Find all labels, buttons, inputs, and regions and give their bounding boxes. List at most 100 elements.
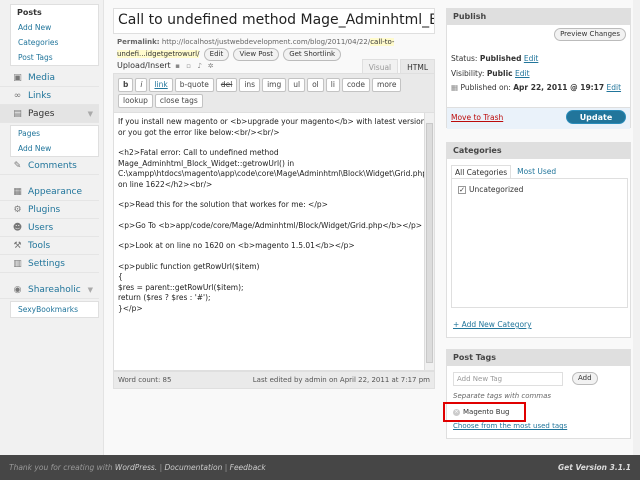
close-tags-button[interactable]: close tags [154, 94, 203, 108]
more-button[interactable]: more [372, 78, 402, 92]
img-button[interactable]: img [262, 78, 287, 92]
lookup-button[interactable]: lookup [118, 94, 153, 108]
shareaholic-icon: ◉ [13, 284, 22, 295]
sidebar-item-label: Links [28, 90, 52, 101]
pages-icon: ▤ [13, 108, 22, 119]
last-edited: Last edited by admin on April 22, 2011 a… [252, 376, 430, 384]
sidebar-item-settings[interactable]: ▥ Settings [0, 255, 99, 273]
wordpress-link[interactable]: WordPress. [115, 463, 157, 472]
sidebar-item-add-new-post[interactable]: Add New [11, 20, 98, 35]
sidebar-item-label: Comments [28, 160, 77, 171]
status-value: Published [479, 54, 522, 63]
sidebar-item-label: Tools [28, 240, 51, 251]
visibility-label: Visibility: [451, 69, 485, 78]
post-tags-box: Post Tags Add New Tag Add Separate tags … [446, 349, 631, 439]
edit-permalink-button[interactable]: Edit [203, 48, 230, 61]
view-post-button[interactable]: View Post [233, 48, 279, 61]
publish-box: Publish Preview Changes Status: Publishe… [446, 8, 631, 129]
content-paragraph: <p>Go To <b>app/code/core/Mage/Adminhtml… [118, 220, 423, 230]
post-tags-box-title[interactable]: Post Tags [447, 350, 630, 366]
sidebar-item-add-new-page[interactable]: Add New [11, 141, 98, 156]
admin-footer: Thank you for creating with WordPress. |… [0, 455, 640, 480]
sidebar-item-comments[interactable]: ✎ Comments [0, 157, 99, 175]
editor-statusbar: Word count: 85 Last edited by admin on A… [113, 371, 435, 389]
sidebar-item-label: Pages [28, 108, 55, 119]
calendar-icon: ▦ [451, 83, 459, 92]
bold-button[interactable]: b [118, 78, 134, 92]
feedback-link[interactable]: Feedback [230, 463, 266, 472]
sidebar-item-label: Media [28, 72, 56, 83]
sidebar-item-post-tags[interactable]: Post Tags [11, 50, 98, 65]
ol-button[interactable]: ol [307, 78, 324, 92]
sidebar-item-label: Shareaholic [28, 284, 81, 295]
sidebar-item-shareaholic[interactable]: ◉ Shareaholic ▼ [0, 281, 99, 299]
sidebar-item-label: Users [28, 222, 54, 233]
category-checkbox[interactable]: ✓ [458, 185, 466, 194]
permalink-row: Permalink: http://localhost/justwebdevel… [117, 37, 435, 61]
link-button[interactable]: link [149, 78, 173, 92]
get-shortlink-button[interactable]: Get Shortlink [283, 48, 342, 61]
update-button[interactable]: Update [566, 110, 626, 124]
quicktags-toolbar: b i link b-quote del ins img ul ol li code more loo… [113, 73, 435, 113]
chevron-down-icon[interactable]: ▼ [88, 286, 93, 294]
sidebar-item-users[interactable]: ☻ Users [0, 219, 99, 237]
comments-icon: ✎ [13, 160, 22, 171]
sidebar-item-media[interactable]: ▣ Media [0, 69, 99, 87]
sidebar-item-plugins[interactable]: ⚙ Plugins [0, 201, 99, 219]
post-title-input[interactable]: Call to undefined method Mage_Adminhtml_… [113, 8, 435, 34]
new-tag-input[interactable]: Add New Tag [453, 372, 563, 386]
sidebar-item-sexybookmarks[interactable]: SexyBookmarks [11, 302, 98, 317]
permalink-label: Permalink: [117, 38, 160, 46]
publish-box-title[interactable]: Publish [447, 9, 630, 25]
most-used-tags-link[interactable]: Choose from the most used tags [453, 422, 567, 430]
ul-button[interactable]: ul [288, 78, 306, 92]
shareaholic-submenu: SexyBookmarks [10, 301, 99, 318]
sidebar-item-categories[interactable]: Categories [11, 35, 98, 50]
sidebar-item-tools[interactable]: ⚒ Tools [0, 237, 99, 255]
visibility-row: Visibility: Public Edit [451, 69, 530, 78]
sidebar-item-all-pages[interactable]: Pages [11, 126, 98, 141]
del-button[interactable]: del [215, 78, 238, 92]
get-version-link[interactable]: Get Version 3.1.1 [558, 463, 631, 472]
add-tag-button[interactable]: Add [572, 372, 598, 385]
tag-hint: Separate tags with commas [453, 392, 552, 400]
italic-button[interactable]: i [135, 78, 148, 92]
documentation-link[interactable]: Documentation [165, 463, 223, 472]
add-image-icon[interactable]: ▪ [174, 62, 182, 70]
published-value: Apr 22, 2011 @ 19:17 [513, 83, 605, 92]
edit-date-link[interactable]: Edit [607, 83, 622, 92]
li-button[interactable]: li [325, 78, 340, 92]
links-icon: ∞ [13, 90, 22, 101]
categories-box-title[interactable]: Categories [447, 143, 630, 159]
users-icon: ☻ [12, 222, 23, 233]
content-paragraph: If you install new magento or <b>upgrade… [118, 117, 426, 137]
blockquote-button[interactable]: b-quote [174, 78, 214, 92]
code-button[interactable]: code [341, 78, 371, 92]
add-new-category-link[interactable]: + Add New Category [453, 320, 532, 329]
scrollbar-thumb[interactable] [426, 123, 433, 363]
published-row: ▦ Published on: Apr 22, 2011 @ 19:17 Edi… [451, 83, 621, 92]
ins-button[interactable]: ins [239, 78, 261, 92]
sidebar-item-label: Settings [28, 258, 65, 269]
sidebar-item-posts[interactable]: Posts [11, 5, 98, 20]
chevron-down-icon[interactable]: ▼ [88, 110, 93, 118]
add-media-icon[interactable]: ✲ [207, 62, 215, 70]
sidebar-item-appearance[interactable]: ▦ Appearance [0, 183, 99, 201]
content-paragraph: <p>Read this for the solution that worke… [118, 200, 328, 209]
editor-scrollbar[interactable] [424, 113, 434, 370]
preview-changes-button[interactable]: Preview Changes [554, 28, 626, 41]
edit-status-link[interactable]: Edit [524, 54, 539, 63]
window-scrollbar[interactable] [633, 0, 640, 455]
post-content-textarea[interactable]: If you install new magento or <b>upgrade… [113, 113, 435, 371]
category-item[interactable]: ✓ Uncategorized [458, 185, 523, 194]
admin-sidebar: Posts Add New Categories Post Tags ▣ Med… [0, 0, 104, 455]
move-to-trash-link[interactable]: Move to Trash [451, 113, 503, 122]
edit-visibility-link[interactable]: Edit [515, 69, 530, 78]
status-row: Status: Published Edit [451, 54, 538, 63]
add-audio-icon[interactable]: ♪ [196, 62, 204, 70]
sidebar-item-links[interactable]: ∞ Links [0, 87, 99, 105]
visibility-value: Public [486, 69, 513, 78]
content-paragraph: <h2>Fatal error: Call to undefined metho… [118, 148, 428, 189]
sidebar-item-pages[interactable]: ▤ Pages ▼ [0, 105, 99, 123]
add-video-icon[interactable]: ▫ [185, 62, 193, 70]
